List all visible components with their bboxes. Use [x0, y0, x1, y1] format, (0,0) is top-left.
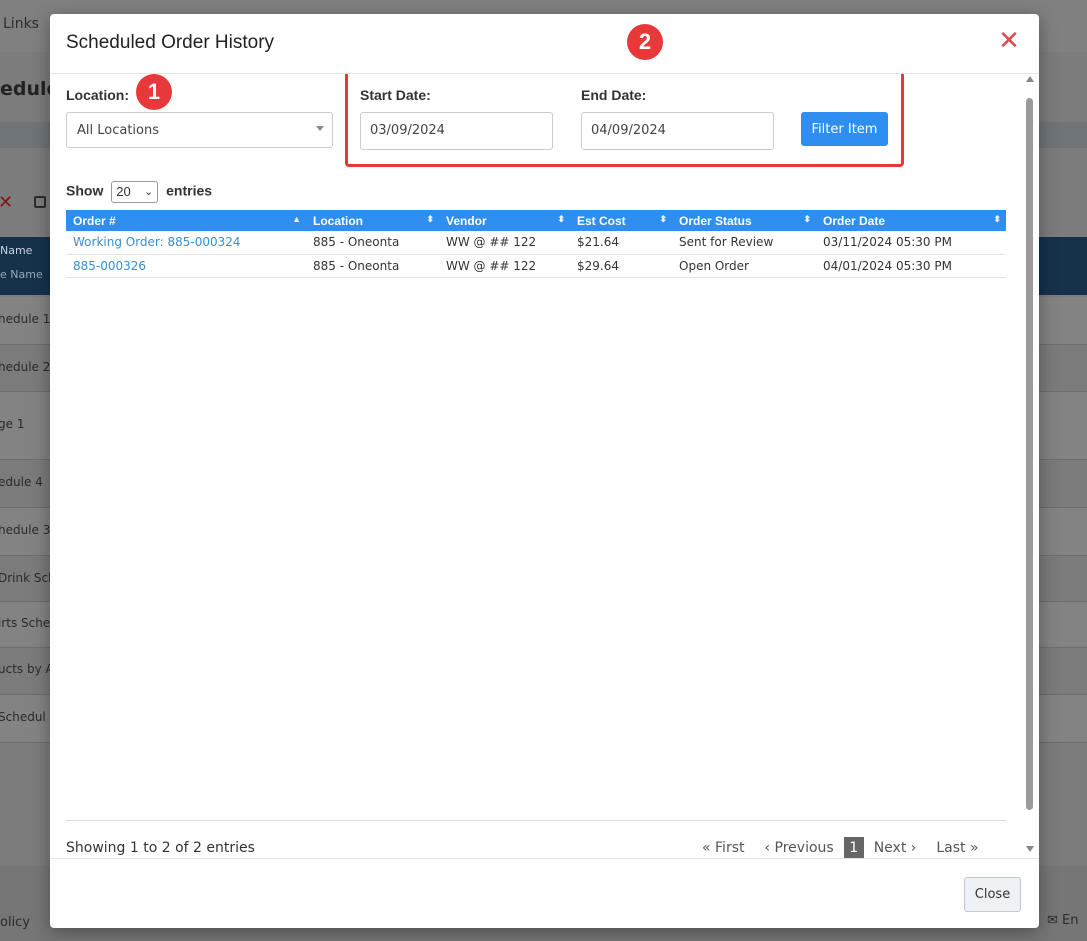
annotation-badge-1: 1 [136, 74, 172, 110]
table-footer-divider [66, 820, 1006, 821]
order-number-cell: 885-000326 [66, 254, 306, 278]
sort-icon: ⬍ [426, 214, 434, 224]
pagination-next[interactable]: Next › [874, 840, 917, 856]
vendor-cell: WW @ ## 122 [439, 231, 570, 255]
table-info: Showing 1 to 2 of 2 entries [66, 840, 255, 856]
pagination-current-page[interactable]: 1 [843, 837, 864, 858]
background-footer-right: ✉ En [1047, 913, 1079, 928]
chevron-down-icon: ⌄ [144, 186, 154, 198]
table-row: 885-000326 885 - Oneonta WW @ ## 122 $29… [66, 254, 1006, 278]
scrollbar-thumb[interactable] [1026, 98, 1033, 810]
annotation-badge-2: 2 [627, 24, 663, 60]
order-number-cell: Working Order: 885-000324 [66, 231, 306, 255]
pagination-previous[interactable]: ‹ Previous [764, 840, 833, 856]
background-print-icon [34, 196, 46, 208]
column-header-order-number[interactable]: Order # ▲ [66, 210, 306, 231]
column-header-order-status[interactable]: Order Status ⬍ [672, 210, 816, 231]
column-header-est-cost[interactable]: Est Cost ⬍ [570, 210, 672, 231]
order-status-cell: Open Order [672, 254, 816, 278]
est-cost-cell: $21.64 [570, 231, 672, 255]
table-row: Working Order: 885-000324 885 - Oneonta … [66, 231, 1006, 255]
entries-per-page-value: 20 [116, 184, 131, 199]
background-header-col2: e Name [0, 268, 43, 281]
chevron-down-icon [316, 126, 324, 131]
sort-asc-icon: ▲ [292, 214, 301, 224]
modal-title: Scheduled Order History [66, 32, 275, 53]
location-label: Location: [66, 87, 129, 103]
end-date-label: End Date: [581, 87, 647, 103]
background-delete-icon: ✕ [0, 192, 14, 213]
order-link[interactable]: Working Order: 885-000324 [73, 235, 241, 249]
background-links-label: Links [3, 16, 39, 32]
column-header-vendor[interactable]: Vendor ⬍ [439, 210, 570, 231]
filter-item-button[interactable]: Filter Item [801, 112, 888, 146]
background-header-col1: Name [0, 244, 33, 257]
location-cell: 885 - Oneonta [306, 231, 439, 255]
start-date-input[interactable]: 03/09/2024 [360, 112, 553, 150]
column-header-location[interactable]: Location ⬍ [306, 210, 439, 231]
sort-icon: ⬍ [993, 214, 1001, 224]
modal-header: Scheduled Order History 2 ✕ [50, 14, 1039, 74]
location-cell: 885 - Oneonta [306, 254, 439, 278]
scheduled-order-history-modal: Scheduled Order History 2 ✕ Location: 1 … [50, 14, 1039, 928]
start-date-label: Start Date: [360, 87, 431, 103]
order-date-cell: 03/11/2024 05:30 PM [816, 231, 1006, 255]
scroll-up-arrow-icon[interactable] [1026, 76, 1034, 82]
sort-icon: ⬍ [659, 214, 667, 224]
entries-length-control: Show 20 ⌄ entries [66, 181, 212, 203]
entries-label: entries [166, 182, 213, 199]
pagination: « First ‹ Previous 1 Next › Last » [702, 837, 979, 858]
est-cost-cell: $29.64 [570, 254, 672, 278]
modal-body: Location: 1 All Locations Start Date: 03… [50, 74, 1039, 858]
order-date-cell: 04/01/2024 05:30 PM [816, 254, 1006, 278]
entries-per-page-select[interactable]: 20 ⌄ [111, 181, 159, 203]
close-button[interactable]: Close [964, 877, 1021, 912]
location-select-value: All Locations [77, 123, 160, 138]
pagination-first[interactable]: « First [702, 840, 744, 856]
modal-footer: Close [50, 858, 1039, 928]
pagination-last[interactable]: Last » [936, 840, 978, 856]
background-footer-left: olicy [0, 915, 31, 930]
sort-icon: ⬍ [557, 214, 565, 224]
end-date-input[interactable]: 04/09/2024 [581, 112, 774, 150]
scroll-down-arrow-icon[interactable] [1026, 846, 1034, 852]
close-icon[interactable]: ✕ [998, 28, 1020, 54]
column-header-order-date[interactable]: Order Date ⬍ [816, 210, 1006, 231]
show-label: Show [66, 182, 104, 199]
order-link[interactable]: 885-000326 [73, 259, 146, 273]
sort-icon: ⬍ [803, 214, 811, 224]
location-select[interactable]: All Locations [66, 112, 333, 148]
order-history-table: Order # ▲ Location ⬍ Vendor ⬍ Est Cost ⬍ Ord… [66, 210, 1006, 278]
vendor-cell: WW @ ## 122 [439, 254, 570, 278]
order-status-cell: Sent for Review [672, 231, 816, 255]
